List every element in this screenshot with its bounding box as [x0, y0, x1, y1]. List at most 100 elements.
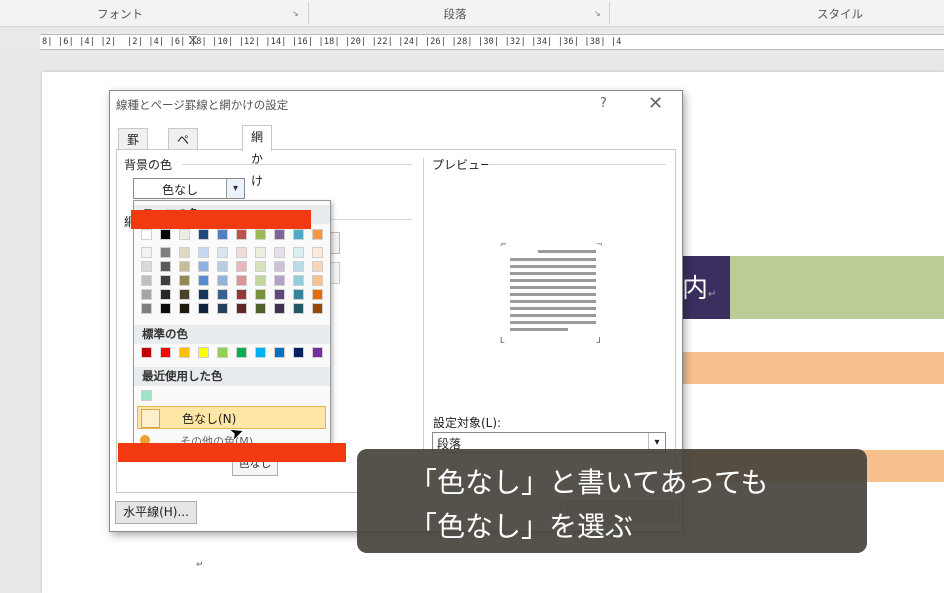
- color-swatch[interactable]: [198, 229, 209, 240]
- color-swatch[interactable]: [141, 229, 152, 240]
- preview-corner-icon: L: [500, 336, 505, 345]
- standard-color-swatch[interactable]: [274, 347, 285, 358]
- color-swatch[interactable]: [255, 229, 266, 240]
- color-swatch[interactable]: [141, 261, 152, 272]
- color-swatch[interactable]: [179, 261, 190, 272]
- shaded-paragraph-green: [730, 256, 944, 319]
- color-swatch[interactable]: [255, 261, 266, 272]
- ribbon-group-font[interactable]: フォント: [20, 0, 220, 26]
- preview-area[interactable]: ⌐ ¬ L ⅃: [500, 240, 606, 346]
- color-swatch[interactable]: [198, 275, 209, 286]
- color-swatch[interactable]: [255, 303, 266, 314]
- color-swatch[interactable]: [293, 303, 304, 314]
- color-swatch[interactable]: [312, 247, 323, 258]
- color-swatch[interactable]: [179, 275, 190, 286]
- color-swatch[interactable]: [236, 275, 247, 286]
- background-color-dropdown[interactable]: 色なし ▾: [133, 178, 245, 199]
- color-swatch[interactable]: [160, 261, 171, 272]
- color-swatch[interactable]: [274, 289, 285, 300]
- color-swatch[interactable]: [236, 261, 247, 272]
- color-swatch[interactable]: [236, 247, 247, 258]
- color-swatch[interactable]: [293, 247, 304, 258]
- color-swatch[interactable]: [293, 289, 304, 300]
- color-swatch[interactable]: [141, 275, 152, 286]
- color-swatch[interactable]: [255, 247, 266, 258]
- color-swatch[interactable]: [160, 247, 171, 258]
- help-icon[interactable]: ?: [600, 96, 607, 111]
- caption-overlay: 「色なし」と書いてあっても 「色なし」を選ぶ: [357, 449, 867, 553]
- caption-line-2: 「色なし」を選ぶ: [409, 510, 634, 543]
- preview-line: [510, 328, 568, 331]
- standard-color-swatch[interactable]: [141, 347, 152, 358]
- ribbon-group-style[interactable]: スタイル: [640, 0, 944, 26]
- color-swatch[interactable]: [274, 247, 285, 258]
- color-swatch[interactable]: [160, 229, 171, 240]
- horizontal-line-button[interactable]: 水平線(H)...: [115, 501, 197, 524]
- color-swatch[interactable]: [274, 229, 285, 240]
- color-swatch[interactable]: [312, 289, 323, 300]
- color-swatch[interactable]: [160, 275, 171, 286]
- color-swatch[interactable]: [179, 289, 190, 300]
- font-dialog-launcher-icon[interactable]: ↘: [292, 9, 299, 18]
- standard-color-swatch[interactable]: [179, 347, 190, 358]
- preview-line: [510, 272, 596, 275]
- color-swatch[interactable]: [198, 261, 209, 272]
- color-swatch[interactable]: [141, 289, 152, 300]
- color-swatch[interactable]: [293, 229, 304, 240]
- color-swatch[interactable]: [293, 261, 304, 272]
- color-swatch[interactable]: [217, 247, 228, 258]
- standard-color-swatch[interactable]: [217, 347, 228, 358]
- color-swatch[interactable]: [198, 303, 209, 314]
- preview-label: プレビュー: [432, 158, 493, 172]
- color-swatch[interactable]: [198, 247, 209, 258]
- tab-borders[interactable]: 罫線: [118, 128, 149, 169]
- color-swatch[interactable]: [236, 229, 247, 240]
- color-swatch[interactable]: [160, 303, 171, 314]
- recent-color-swatch[interactable]: [141, 390, 152, 401]
- dialog-title: 線種とページ罫線と網かけの設定: [116, 98, 289, 112]
- tab-page-border[interactable]: ページ罫線: [168, 128, 199, 235]
- color-swatch[interactable]: [141, 247, 152, 258]
- standard-color-swatch[interactable]: [255, 347, 266, 358]
- chevron-down-icon[interactable]: ▾: [226, 179, 244, 198]
- standard-color-swatch[interactable]: [236, 347, 247, 358]
- color-swatch[interactable]: [255, 289, 266, 300]
- ribbon-group-paragraph[interactable]: 段落: [330, 0, 580, 26]
- color-swatch[interactable]: [236, 303, 247, 314]
- color-swatch[interactable]: [217, 289, 228, 300]
- standard-color-swatch[interactable]: [312, 347, 323, 358]
- color-swatch[interactable]: [217, 303, 228, 314]
- color-swatch[interactable]: [255, 275, 266, 286]
- standard-color-swatch[interactable]: [160, 347, 171, 358]
- horizontal-ruler[interactable]: 8| |6| |4| |2| |2| |4| |6| |8| |10| |12|…: [0, 30, 944, 50]
- tab-shading[interactable]: 網かけ: [242, 125, 273, 188]
- ruler-numbers: 8| |6| |4| |2| |2| |4| |6| |8| |10| |12|…: [42, 37, 622, 47]
- color-swatch[interactable]: [217, 229, 228, 240]
- color-swatch[interactable]: [179, 247, 190, 258]
- close-icon[interactable]: ✕: [648, 93, 663, 114]
- color-swatch[interactable]: [217, 275, 228, 286]
- indent-marker-icon[interactable]: ⧖: [188, 32, 198, 48]
- paragraph-dialog-launcher-icon[interactable]: ↘: [594, 9, 601, 18]
- background-color-label: 背景の色: [124, 158, 173, 172]
- color-swatch[interactable]: [217, 261, 228, 272]
- color-swatch[interactable]: [179, 303, 190, 314]
- color-swatch[interactable]: [274, 275, 285, 286]
- color-swatch[interactable]: [312, 275, 323, 286]
- preview-corner-icon: ⌐: [500, 240, 507, 249]
- color-swatch[interactable]: [312, 229, 323, 240]
- color-swatch[interactable]: [312, 303, 323, 314]
- color-swatch[interactable]: [141, 303, 152, 314]
- color-swatch[interactable]: [312, 261, 323, 272]
- color-swatch[interactable]: [274, 261, 285, 272]
- color-swatch[interactable]: [236, 289, 247, 300]
- paragraph-mark-icon: ↵: [708, 289, 717, 300]
- preview-line: [510, 300, 596, 303]
- color-swatch[interactable]: [274, 303, 285, 314]
- color-swatch[interactable]: [198, 289, 209, 300]
- standard-color-swatch[interactable]: [293, 347, 304, 358]
- color-swatch[interactable]: [179, 229, 190, 240]
- color-swatch[interactable]: [160, 289, 171, 300]
- color-swatch[interactable]: [293, 275, 304, 286]
- standard-color-swatch[interactable]: [198, 347, 209, 358]
